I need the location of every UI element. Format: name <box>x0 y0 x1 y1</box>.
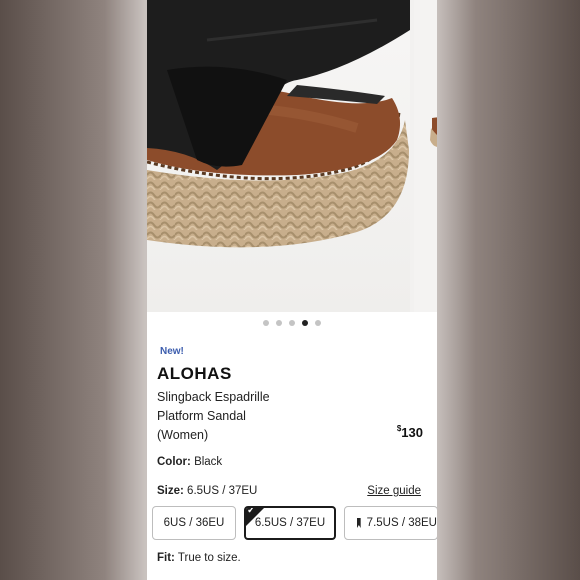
next-product-image[interactable] <box>414 0 437 312</box>
product-name: Slingback Espadrille Platform Sandal (Wo… <box>157 388 317 445</box>
color-value: Black <box>194 456 223 468</box>
carousel-dot[interactable] <box>263 320 269 326</box>
size-info: Size: 6.5US / 37EU <box>157 485 257 497</box>
size-options: 6US / 36EU ✓ 6.5US / 37EU 7.5US / 38EU <box>152 506 437 540</box>
size-option-6-5us[interactable]: ✓ 6.5US / 37EU <box>244 506 336 540</box>
price: $130 <box>396 424 423 440</box>
product-name-line: Platform Sandal <box>157 409 246 423</box>
image-carousel[interactable] <box>147 0 437 312</box>
product-image[interactable] <box>147 0 410 312</box>
carousel-dot[interactable] <box>289 320 295 326</box>
size-guide-link[interactable]: Size guide <box>367 485 421 497</box>
fit-info: Fit: True to size. <box>157 552 241 564</box>
carousel-dots <box>147 318 437 328</box>
fit-label: Fit: <box>157 552 175 564</box>
brand-name: ALOHAS <box>157 364 232 383</box>
carousel-dot[interactable] <box>315 320 321 326</box>
size-option-label: 7.5US / 38EU <box>366 517 437 529</box>
carousel-dot[interactable] <box>276 320 282 326</box>
product-page: New! ALOHAS Slingback Espadrille Platfor… <box>147 0 437 580</box>
size-option-label: 6US / 36EU <box>163 517 225 529</box>
color-info: Color: Black <box>157 456 222 468</box>
currency-symbol: $ <box>396 424 402 433</box>
size-value: 6.5US / 37EU <box>187 485 258 497</box>
product-name-line: (Women) <box>157 428 209 442</box>
bookmark-icon <box>357 518 361 528</box>
sandal-illustration <box>147 0 410 248</box>
product-name-line: Slingback Espadrille <box>157 390 270 404</box>
size-option-label: 6.5US / 37EU <box>254 517 326 529</box>
carousel-dot-active[interactable] <box>302 320 308 326</box>
new-badge: New! <box>160 346 184 357</box>
sandal-preview <box>430 117 437 147</box>
size-label: Size: <box>157 485 184 497</box>
price-value: 130 <box>401 425 423 440</box>
size-option-7-5us[interactable]: 7.5US / 38EU <box>344 506 437 540</box>
size-option-6us[interactable]: 6US / 36EU <box>152 506 236 540</box>
check-icon: ✓ <box>247 506 256 516</box>
color-label: Color: <box>157 456 191 468</box>
fit-value: True to size. <box>177 552 241 564</box>
